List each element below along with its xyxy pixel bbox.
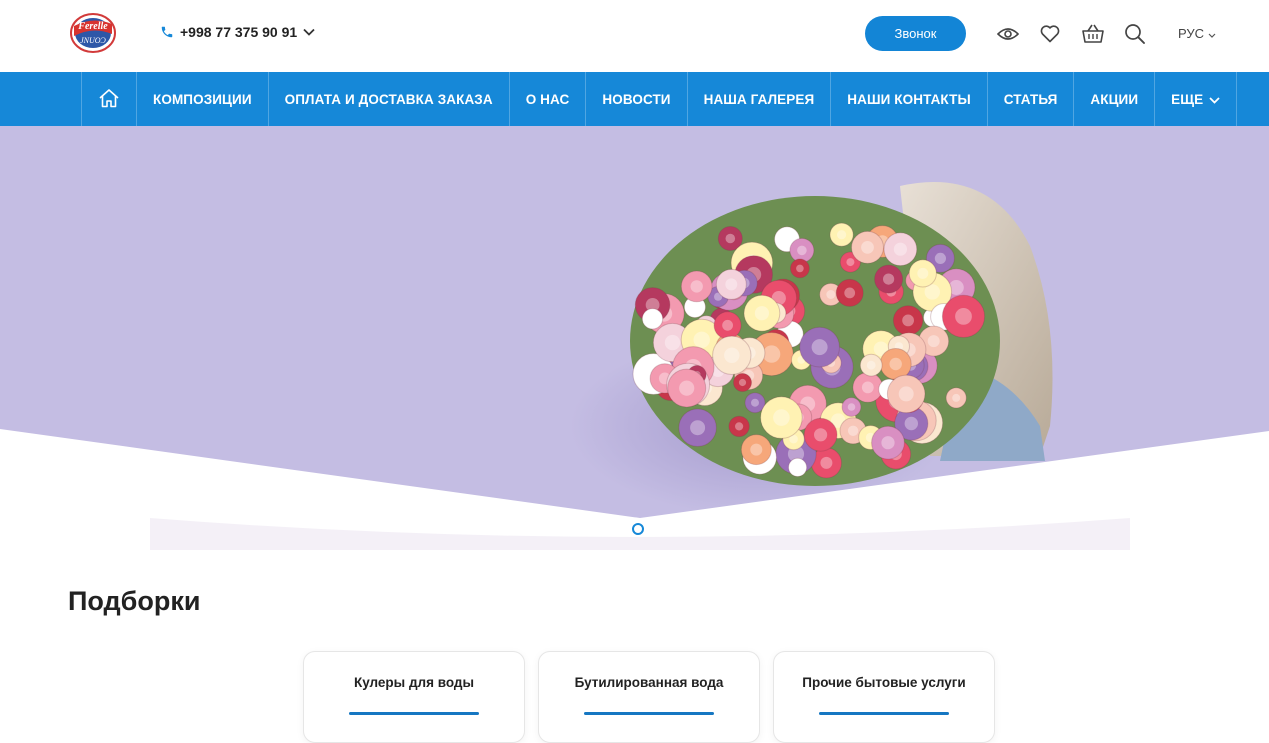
bouquet-flower-center: [782, 234, 792, 245]
nav-list: КОМПОЗИЦИИ ОПЛАТА И ДОСТАВКА ЗАКАЗА О НА…: [81, 72, 1238, 126]
bouquet-flower-center: [690, 302, 700, 312]
bouquet-flower-center: [814, 428, 828, 442]
bouquet-flower-center: [847, 403, 856, 411]
collection-card-label[interactable]: Прочие бытовые услуги: [774, 675, 994, 690]
nav-home[interactable]: [82, 72, 137, 126]
bouquet-flower-center: [866, 360, 876, 370]
hero-image: [0, 126, 1269, 550]
bouquet-flower-center: [797, 245, 807, 256]
call-button[interactable]: Звонок: [865, 16, 966, 51]
language-selector[interactable]: РУС: [1178, 26, 1216, 41]
site-logo[interactable]: Ferelle JNUOƆ: [70, 12, 116, 54]
search-icon[interactable]: [1123, 22, 1147, 46]
bouquet-flower-center: [725, 233, 736, 244]
bouquet-flower-center: [934, 252, 947, 264]
bouquet-flower-center: [917, 267, 929, 279]
bouquet-flower-center: [738, 378, 747, 387]
heart-icon[interactable]: [1038, 22, 1062, 46]
slider-dot-1[interactable]: [632, 523, 644, 535]
bouquet-flower-center: [904, 416, 918, 431]
phone-dropdown[interactable]: +998 77 375 90 91: [160, 24, 315, 40]
nav-item-news[interactable]: НОВОСТИ: [586, 72, 688, 126]
bouquet-flower-center: [693, 331, 710, 348]
collection-card-coolers[interactable]: Кулеры для воды: [303, 651, 525, 743]
bouquet-flower-center: [902, 314, 914, 327]
chevron-down-icon: [1209, 92, 1220, 107]
top-header: Ferelle JNUOƆ +998 77 375 90 91 Звонок Р…: [0, 0, 1269, 72]
bouquet-flower-center: [811, 339, 828, 356]
bouquet-flower-center: [690, 420, 706, 436]
svg-text:Ferelle: Ferelle: [77, 21, 108, 32]
bouquet-flower-center: [881, 436, 895, 450]
bouquet-flower-center: [861, 381, 874, 394]
main-navigation: КОМПОЗИЦИИ ОПЛАТА И ДОСТАВКА ЗАКАЗА О НА…: [0, 72, 1269, 126]
collection-card-other-services[interactable]: Прочие бытовые услуги: [773, 651, 995, 743]
bouquet-flower-center: [751, 398, 759, 407]
bouquet-flower-center: [679, 380, 695, 396]
bouquet-flower-center: [664, 334, 681, 351]
phone-icon: [160, 25, 174, 39]
nav-item-compositions[interactable]: КОМПОЗИЦИИ: [137, 72, 269, 126]
basket-icon[interactable]: [1081, 22, 1105, 46]
bouquet-flower-center: [754, 306, 770, 321]
bouquet-flower-center: [952, 393, 961, 402]
nav-item-gallery[interactable]: НАША ГАЛЕРЕЯ: [688, 72, 832, 126]
nav-item-more[interactable]: ЕЩЕ: [1155, 72, 1238, 126]
bouquet-flower-center: [690, 280, 703, 293]
nav-item-promotions[interactable]: АКЦИИ: [1074, 72, 1156, 126]
home-icon: [98, 88, 120, 111]
bouquet-flower-center: [648, 314, 657, 323]
card-underline: [819, 712, 949, 715]
slider-dot-2[interactable]: [653, 524, 662, 534]
bouquet-flower-center: [898, 386, 914, 402]
bouquet-flower-center: [826, 290, 836, 299]
nav-item-contacts[interactable]: НАШИ КОНТАКТЫ: [831, 72, 988, 126]
bouquet-flower-center: [725, 278, 738, 291]
language-label[interactable]: РУС: [1178, 26, 1204, 41]
bouquet-flower-center: [773, 409, 790, 426]
bouquet-flower-center: [735, 422, 744, 431]
bouquet-flower-center: [847, 425, 859, 436]
svg-text:JNUOƆ: JNUOƆ: [80, 36, 106, 45]
phone-number[interactable]: +998 77 375 90 91: [180, 24, 297, 40]
nav-item-about[interactable]: О НАС: [510, 72, 587, 126]
collection-card-label[interactable]: Бутилированная вода: [539, 675, 759, 690]
section-title-collections: Подборки: [68, 586, 201, 616]
bouquet-flower-center: [762, 345, 781, 363]
bouquet-flower-center: [820, 456, 833, 469]
bouquet-flower-center: [750, 443, 763, 456]
bouquet-flower-center: [927, 335, 940, 348]
eye-icon[interactable]: [996, 22, 1020, 46]
bouquet-flower-center: [846, 258, 855, 267]
bouquet-flower-center: [794, 463, 802, 471]
collection-card-label[interactable]: Кулеры для воды: [304, 675, 524, 690]
bouquet-flower-center: [883, 273, 895, 285]
bouquet-flower-center: [889, 357, 902, 371]
hero-slider[interactable]: [0, 126, 1269, 550]
chevron-down-icon: [1208, 26, 1216, 41]
chevron-down-icon[interactable]: [303, 28, 315, 36]
card-underline: [584, 712, 714, 715]
nav-item-payment-delivery[interactable]: ОПЛАТА И ДОСТАВКА ЗАКАЗА: [269, 72, 510, 126]
bouquet-flower-center: [844, 287, 856, 299]
collection-card-bottled-water[interactable]: Бутилированная вода: [538, 651, 760, 743]
bouquet-flower-center: [861, 241, 874, 254]
bouquet-flower-center: [724, 347, 740, 363]
nav-more-label[interactable]: ЕЩЕ: [1171, 92, 1203, 107]
bouquet-flower-center: [893, 242, 908, 256]
nav-item-articles[interactable]: СТАТЬЯ: [988, 72, 1075, 126]
bouquet-flower-center: [722, 319, 733, 331]
card-underline: [349, 712, 479, 715]
bouquet-flower-center: [837, 230, 847, 240]
bouquet-flower-center: [955, 308, 972, 325]
slider-pagination: [632, 523, 662, 535]
bouquet-flower-center: [796, 264, 804, 273]
